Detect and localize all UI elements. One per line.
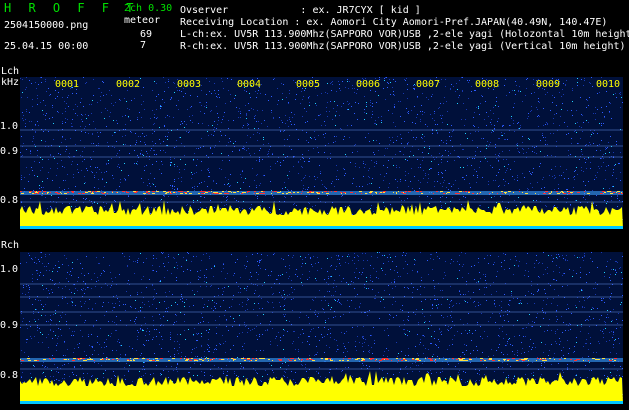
lch-unit-label: kHz bbox=[1, 77, 20, 88]
info-rch: R-ch:ex. UV5R 113.900Mhz(SAPPORO VOR)USB… bbox=[180, 41, 626, 52]
rch-spectrogram bbox=[20, 252, 623, 404]
info-observer: Ovserver : ex. JR7CYX [ kid ] bbox=[180, 5, 421, 16]
count-lch: 69 bbox=[140, 29, 153, 40]
rch-ytick-2: 0.9 bbox=[0, 320, 19, 331]
time-tick: 0002 bbox=[116, 79, 141, 90]
time-tick: 0006 bbox=[356, 79, 381, 90]
info-location: Receiving Location : ex. Aomori City Aom… bbox=[180, 17, 608, 28]
lch-ytick-1: 1.0 bbox=[0, 121, 19, 132]
time-tick: 0004 bbox=[237, 79, 262, 90]
rch-label: Rch bbox=[1, 240, 20, 251]
time-tick: 0007 bbox=[416, 79, 441, 90]
datetime-label: 25.04.15 00:00 bbox=[4, 41, 89, 52]
time-tick: 0003 bbox=[177, 79, 202, 90]
time-tick: 0010 bbox=[596, 79, 621, 90]
time-tick: 0005 bbox=[296, 79, 321, 90]
rch-ytick-1: 1.0 bbox=[0, 264, 19, 275]
type-label: meteor bbox=[124, 15, 161, 26]
info-lch: L-ch:ex. UV5R 113.900Mhz(SAPPORO VOR)USB… bbox=[180, 29, 629, 40]
lch-ytick-2: 0.9 bbox=[0, 146, 19, 157]
app-title: H R O F F T bbox=[4, 1, 139, 15]
filename-label: 2504150000.png bbox=[4, 20, 89, 31]
time-tick: 0001 bbox=[55, 79, 80, 90]
rch-ytick-3: 0.8 bbox=[0, 370, 19, 381]
count-rch: 7 bbox=[140, 40, 147, 51]
time-tick: 0008 bbox=[475, 79, 500, 90]
time-tick: 0009 bbox=[536, 79, 561, 90]
mode-label: 2ch 0.30 bbox=[124, 3, 173, 14]
lch-ytick-3: 0.8 bbox=[0, 195, 19, 206]
lch-label: Lch bbox=[1, 66, 20, 77]
lch-spectrogram bbox=[20, 77, 623, 229]
